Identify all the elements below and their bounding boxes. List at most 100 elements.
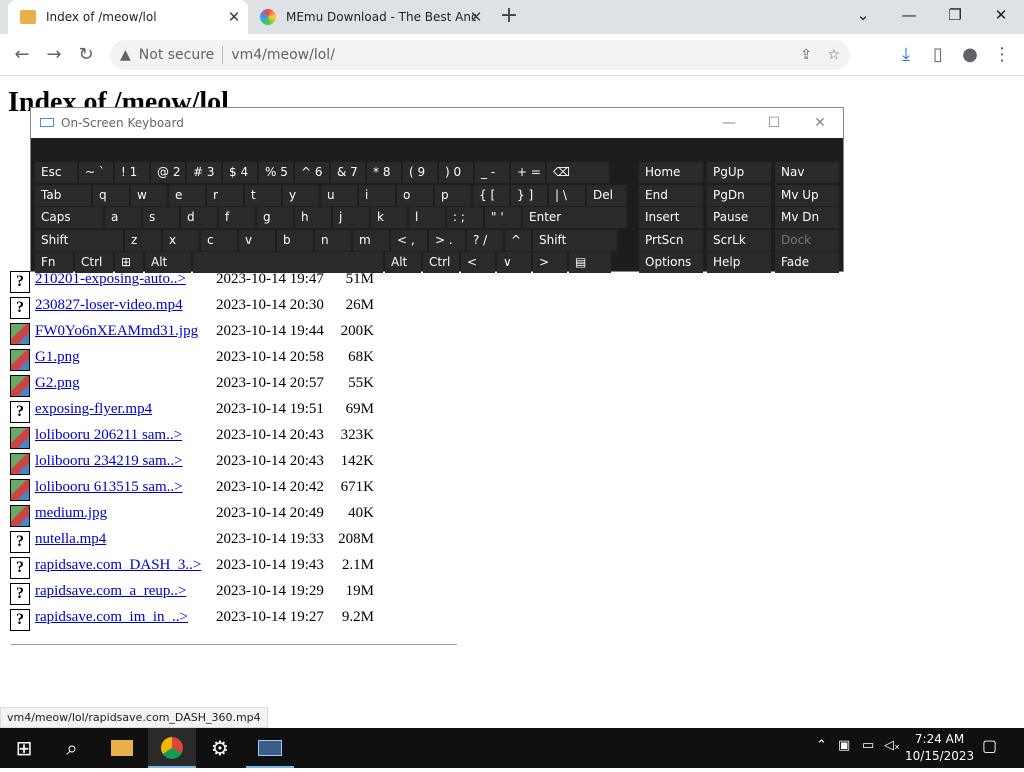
back-button[interactable]: ← — [10, 43, 34, 67]
osk-key[interactable]: n — [315, 229, 351, 251]
settings-gear-icon[interactable]: ⚙ — [196, 728, 244, 768]
osk-key[interactable]: o — [397, 184, 433, 206]
address-bar[interactable]: ▲ Not secure vm4/meow/lol/ ⇪ ☆ — [110, 40, 850, 70]
osk-side-key[interactable]: Pause — [707, 207, 771, 228]
file-link[interactable]: lolibooru 234219 sam..> — [35, 453, 183, 470]
profile-avatar[interactable]: ● — [958, 43, 982, 67]
minimize-button[interactable]: — — [886, 0, 932, 32]
osk-key[interactable]: Ctrl — [75, 252, 113, 273]
osk-key[interactable]: > . — [429, 229, 465, 251]
on-screen-keyboard[interactable]: On-Screen Keyboard — ☐ ✕ Esc ~ `! 1 @ 2 # 3… — [30, 107, 844, 273]
tray-app-icon[interactable]: ▣ — [838, 738, 850, 753]
file-explorer-icon[interactable] — [98, 728, 146, 768]
chevron-up-icon[interactable]: ⌃ — [816, 738, 827, 753]
tab-memu-download[interactable]: MEmu Download - The Best And ✕ — [250, 0, 490, 34]
file-link[interactable]: lolibooru 206211 sam..> — [35, 427, 182, 444]
osk-key[interactable]: _ - — [475, 162, 509, 183]
osk-key[interactable]: " ' — [485, 207, 521, 228]
close-window-button[interactable]: ✕ — [978, 0, 1024, 32]
osk-key[interactable]: u — [321, 184, 357, 206]
osk-side-key[interactable]: Nav — [775, 162, 839, 183]
file-link[interactable]: rapidsave.com_DASH_3..> — [35, 557, 201, 574]
osk-key[interactable]: Alt — [145, 252, 191, 273]
osk-key[interactable]: a — [105, 207, 141, 228]
osk-key[interactable]: e — [169, 184, 205, 206]
osk-side-key[interactable]: Home — [639, 162, 703, 183]
file-link[interactable]: 210201-exposing-auto..> — [35, 271, 186, 288]
tab-search-chevron-icon[interactable]: ⌄ — [840, 0, 886, 32]
osk-side-key[interactable]: PrtScn — [639, 229, 703, 251]
osk-key[interactable]: g — [257, 207, 293, 228]
osk-key[interactable]: } ] — [511, 184, 547, 206]
osk-key[interactable]: Shift — [533, 229, 617, 251]
volume-muted-icon[interactable]: ◁ₓ — [884, 738, 900, 753]
osk-key[interactable]: v — [239, 229, 275, 251]
osk-key[interactable]: t — [245, 184, 281, 206]
osk-key[interactable]: Del — [587, 184, 627, 206]
osk-key[interactable]: w — [131, 184, 167, 206]
osk-key[interactable]: h — [295, 207, 331, 228]
osk-key[interactable]: i — [359, 184, 395, 206]
osk-key[interactable]: y — [283, 184, 319, 206]
osk-key[interactable]: d — [181, 207, 217, 228]
bookmark-star-icon[interactable]: ☆ — [827, 47, 840, 63]
osk-key[interactable]: m — [353, 229, 389, 251]
file-link[interactable]: G2.png — [35, 375, 80, 392]
osk-key[interactable]: @ 2 — [151, 162, 185, 183]
file-link[interactable]: exposing-flyer.mp4 — [35, 401, 152, 418]
osk-key[interactable]: + = — [511, 162, 545, 183]
osk-key[interactable]: ⌫ — [547, 162, 609, 183]
security-label[interactable]: Not secure — [139, 47, 215, 63]
osk-key[interactable]: ( 9 — [403, 162, 437, 183]
close-tab-icon[interactable]: ✕ — [468, 9, 484, 25]
osk-key[interactable]: x — [163, 229, 199, 251]
osk-key[interactable]: q — [93, 184, 129, 206]
osk-key[interactable]: * 8 — [367, 162, 401, 183]
osk-side-key[interactable]: Insert — [639, 207, 703, 228]
share-icon[interactable]: ⇪ — [800, 47, 812, 63]
osk-key[interactable]: f — [219, 207, 255, 228]
osk-key[interactable]: s — [143, 207, 179, 228]
osk-key[interactable]: ^ 6 — [295, 162, 329, 183]
url-text[interactable]: vm4/meow/lol/ — [231, 47, 335, 63]
osk-key[interactable]: r — [207, 184, 243, 206]
osk-key[interactable]: j — [333, 207, 369, 228]
file-link[interactable]: rapidsave.com_im_in_..> — [35, 609, 188, 626]
osk-key[interactable]: Esc — [35, 162, 77, 183]
osk-key[interactable]: p — [435, 184, 471, 206]
file-link[interactable]: rapidsave.com_a_reup..> — [35, 583, 186, 600]
osk-key[interactable]: Enter — [523, 207, 627, 228]
restore-button[interactable]: ❐ — [932, 0, 978, 32]
osk-key[interactable]: ▤ — [569, 252, 611, 273]
osk-key[interactable]: : ; — [447, 207, 483, 228]
file-link[interactable]: medium.jpg — [35, 505, 107, 522]
osk-key[interactable]: b — [277, 229, 313, 251]
side-panel-icon[interactable]: ▯ — [926, 43, 950, 67]
osk-key[interactable]: k — [371, 207, 407, 228]
osk-key[interactable]: c — [201, 229, 237, 251]
osk-side-key[interactable]: Options — [639, 252, 703, 273]
osk-key[interactable]: Ctrl — [423, 252, 459, 273]
notification-icon[interactable]: ▢ — [982, 736, 997, 755]
osk-maximize-button[interactable]: ☐ — [762, 111, 786, 135]
close-tab-icon[interactable]: ✕ — [226, 9, 242, 25]
chrome-icon[interactable] — [148, 728, 196, 768]
osk-side-key[interactable]: PgDn — [707, 184, 771, 206]
osk-key[interactable]: > — [533, 252, 567, 273]
osk-close-button[interactable]: ✕ — [808, 111, 832, 135]
osk-key[interactable]: & 7 — [331, 162, 365, 183]
osk-side-key[interactable]: Dock — [775, 229, 839, 251]
network-icon[interactable]: ▭ — [862, 738, 874, 753]
osk-key[interactable]: z — [125, 229, 161, 251]
osk-minimize-button[interactable]: — — [717, 111, 741, 135]
osk-side-key[interactable]: PgUp — [707, 162, 771, 183]
osk-key[interactable]: ^ — [505, 229, 531, 251]
file-link[interactable]: 230827-loser-video.mp4 — [35, 297, 183, 314]
osk-key[interactable]: Alt — [385, 252, 421, 273]
osk-key[interactable]: { [ — [473, 184, 509, 206]
osk-key[interactable]: Shift — [35, 229, 123, 251]
osk-side-key[interactable]: Mv Up — [775, 184, 839, 206]
osk-side-key[interactable]: Mv Dn — [775, 207, 839, 228]
osk-key[interactable]: $ 4 — [223, 162, 257, 183]
osk-key[interactable]: ) 0 — [439, 162, 473, 183]
